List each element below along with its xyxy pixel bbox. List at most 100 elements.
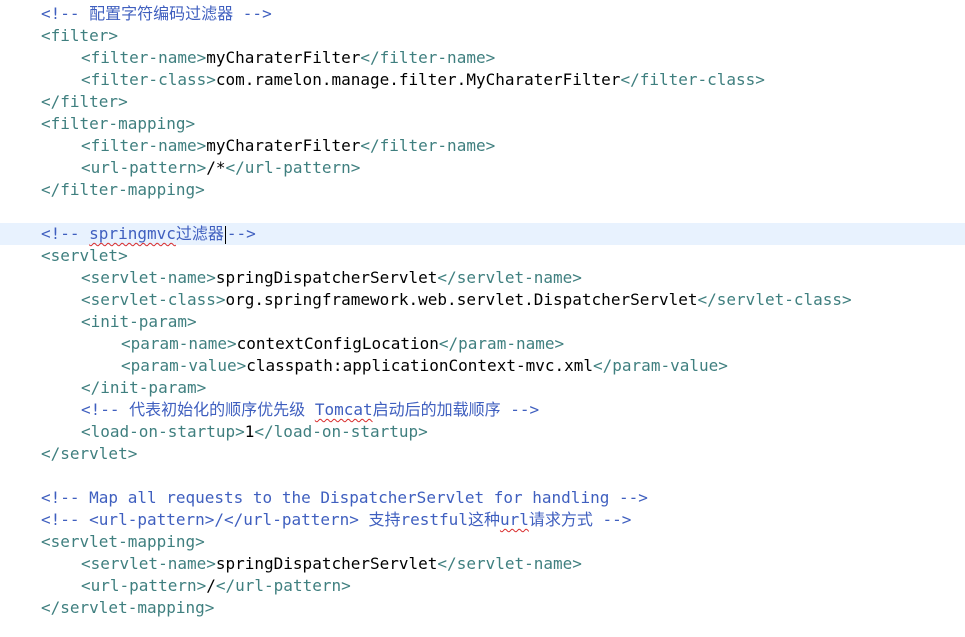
code-line-content: <init-param> [81, 311, 197, 333]
code-line[interactable]: <param-value>classpath:applicationContex… [0, 355, 965, 377]
xml-tag: </filter-name> [360, 136, 496, 155]
xml-tag: <param-name> [121, 334, 237, 353]
code-line[interactable] [0, 201, 965, 223]
xml-tag: </url-pattern> [215, 576, 351, 595]
xml-tag: </url-pattern> [225, 158, 361, 177]
code-line-content: <servlet-class>org.springframework.web.s… [81, 289, 852, 311]
xml-comment: <!-- 配置字符编码过滤器 --> [41, 4, 272, 23]
code-line[interactable]: <url-pattern>/*</url-pattern> [0, 157, 965, 179]
xml-text-value: /* [206, 158, 226, 177]
xml-tag: </servlet-name> [437, 554, 582, 573]
xml-comment: <!-- Map all requests to the DispatcherS… [41, 488, 648, 507]
xml-tag: <servlet-mapping> [41, 532, 205, 551]
code-line[interactable]: <filter-name>myCharaterFilter</filter-na… [0, 47, 965, 69]
code-line[interactable] [0, 465, 965, 487]
code-line-content: </filter> [41, 91, 128, 113]
code-line-content: <!-- Map all requests to the DispatcherS… [41, 487, 648, 509]
xml-comment: 启动后的加载顺序 --> [372, 400, 540, 419]
xml-tag: </param-value> [593, 356, 728, 375]
xml-text-value: springDispatcherServlet [215, 268, 438, 287]
code-line-content: <url-pattern>/*</url-pattern> [81, 157, 360, 179]
xml-comment: <!-- 代表初始化的顺序优先级 [81, 400, 315, 419]
code-line-content: <url-pattern>/</url-pattern> [81, 575, 351, 597]
xml-tag: </servlet-mapping> [41, 598, 215, 617]
code-line[interactable]: <url-pattern>/</url-pattern> [0, 575, 965, 597]
code-line-content: <!-- 代表初始化的顺序优先级 Tomcat启动后的加载顺序 --> [81, 399, 539, 421]
xml-text-value: org.springframework.web.servlet.Dispatch… [225, 290, 698, 309]
xml-tag: </param-name> [438, 334, 565, 353]
code-line[interactable]: <servlet-name>springDispatcherServlet</s… [0, 553, 965, 575]
xml-tag: <init-param> [81, 312, 197, 331]
xml-tag: <load-on-startup> [81, 422, 245, 441]
spellcheck-word: Tomcat [314, 400, 373, 419]
code-line[interactable]: <!-- 代表初始化的顺序优先级 Tomcat启动后的加载顺序 --> [0, 399, 965, 421]
code-line[interactable]: <filter-class>com.ramelon.manage.filter.… [0, 69, 965, 91]
xml-comment: --> [226, 224, 256, 243]
xml-comment: <!-- [41, 224, 90, 243]
code-line[interactable]: <!-- Map all requests to the DispatcherS… [0, 487, 965, 509]
code-line[interactable]: <filter-mapping> [0, 113, 965, 135]
code-line[interactable]: <servlet> [0, 245, 965, 267]
xml-tag: </filter-class> [620, 70, 765, 89]
xml-tag: <url-pattern> [81, 576, 207, 595]
xml-tag: <servlet-name> [81, 268, 216, 287]
xml-text-value: 1 [244, 422, 255, 441]
xml-tag: </servlet-class> [697, 290, 852, 309]
code-line[interactable]: <servlet-class>org.springframework.web.s… [0, 289, 965, 311]
code-line-content: <servlet-mapping> [41, 531, 205, 553]
xml-text-value: com.ramelon.manage.filter.MyCharaterFilt… [215, 70, 621, 89]
code-line[interactable]: </servlet> [0, 443, 965, 465]
xml-tag: </filter-name> [360, 48, 496, 67]
code-line-content: </servlet> [41, 443, 137, 465]
code-line-content: </init-param> [81, 377, 206, 399]
xml-tag: </servlet> [41, 444, 138, 463]
xml-tag: <servlet> [41, 246, 128, 265]
code-line-content: <filter-class>com.ramelon.manage.filter.… [81, 69, 765, 91]
xml-tag: </filter-mapping> [41, 180, 205, 199]
xml-tag: </load-on-startup> [254, 422, 428, 441]
code-line[interactable]: </servlet-mapping> [0, 597, 965, 619]
xml-text-value: contextConfigLocation [236, 334, 439, 353]
code-line[interactable]: <!-- <url-pattern>/</url-pattern> 支持rest… [0, 509, 965, 531]
code-line-content: <filter-name>myCharaterFilter</filter-na… [81, 135, 495, 157]
code-line-content: <filter> [41, 25, 118, 47]
spellcheck-word: springmvc [89, 224, 176, 243]
xml-tag: <filter-name> [81, 136, 207, 155]
code-line-content: <filter-name>myCharaterFilter</filter-na… [81, 47, 495, 69]
xml-tag: <servlet-name> [81, 554, 216, 573]
code-line-content: <servlet-name>springDispatcherServlet</s… [81, 553, 582, 575]
xml-code-editor[interactable]: <!-- 配置字符编码过滤器 --> <filter> <filter-name>m… [0, 0, 965, 637]
code-line[interactable]: <servlet-name>springDispatcherServlet</s… [0, 267, 965, 289]
code-line-content: <param-name>contextConfigLocation</param… [121, 333, 564, 355]
xml-text-value: / [206, 576, 216, 595]
xml-comment: 请求方式 --> [528, 510, 632, 529]
code-line[interactable]: </init-param> [0, 377, 965, 399]
xml-text-value: myCharaterFilter [206, 48, 361, 67]
code-line-content: <servlet> [41, 245, 128, 267]
code-line[interactable]: <load-on-startup>1</load-on-startup> [0, 421, 965, 443]
code-line[interactable]: </filter-mapping> [0, 179, 965, 201]
code-line-content: </servlet-mapping> [41, 597, 214, 619]
code-line[interactable]: <filter-name>myCharaterFilter</filter-na… [0, 135, 965, 157]
code-line-content: <param-value>classpath:applicationContex… [121, 355, 728, 377]
xml-comment: 过滤器 [175, 224, 224, 243]
code-line[interactable]: </filter> [0, 91, 965, 113]
xml-tag: </filter> [41, 92, 128, 111]
code-line[interactable]: <servlet-mapping> [0, 531, 965, 553]
code-line[interactable]: <param-name>contextConfigLocation</param… [0, 333, 965, 355]
xml-tag: <filter> [41, 26, 119, 45]
xml-tag: </servlet-name> [437, 268, 582, 287]
code-line[interactable]: <filter> [0, 25, 965, 47]
xml-tag: <param-value> [121, 356, 247, 375]
xml-tag: </init-param> [81, 378, 207, 397]
code-line-current[interactable]: <!-- springmvc过滤器 --> [0, 223, 965, 245]
xml-comment: <!-- <url-pattern>/</url-pattern> 支持rest… [41, 510, 500, 529]
code-line-content: <filter-mapping> [41, 113, 195, 135]
code-line[interactable]: <init-param> [0, 311, 965, 333]
xml-tag: <servlet-class> [81, 290, 226, 309]
code-line-content: <servlet-name>springDispatcherServlet</s… [81, 267, 582, 289]
code-line[interactable]: <!-- 配置字符编码过滤器 --> [0, 3, 965, 25]
spellcheck-word: url [499, 510, 529, 529]
xml-tag: <filter-mapping> [41, 114, 196, 133]
code-line-content: <!-- springmvc过滤器 --> [41, 223, 256, 245]
